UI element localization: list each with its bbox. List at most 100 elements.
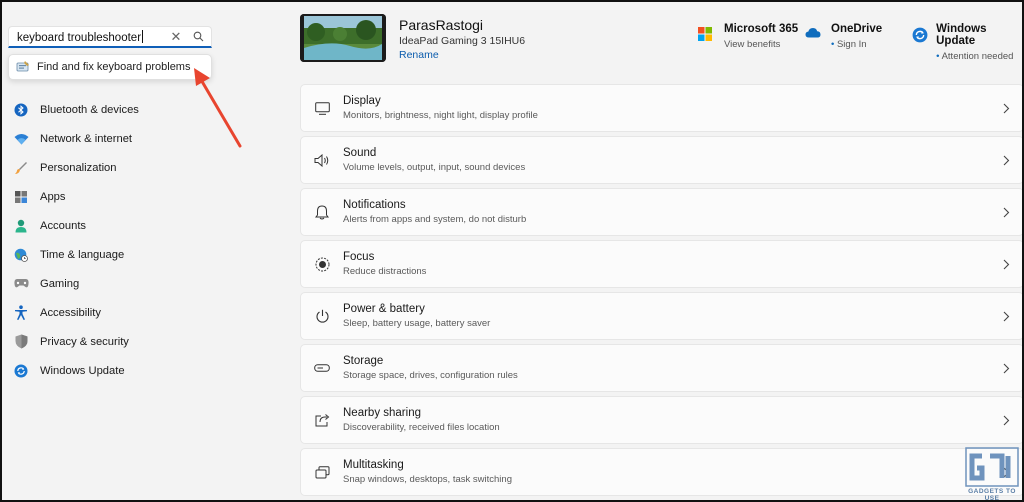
sidebar-item-privacy[interactable]: Privacy & security: [2, 327, 292, 356]
card-description: Snap windows, desktops, task switching: [343, 474, 512, 485]
watermark-text: GADGETS TO USE: [968, 488, 1016, 502]
card-multitasking[interactable]: Multitasking Snap windows, desktops, tas…: [300, 448, 1022, 496]
person-icon: [2, 219, 40, 233]
speaker-icon: [301, 153, 343, 167]
sidebar-item-accounts[interactable]: Accounts: [2, 211, 292, 240]
sidebar-item-personalization[interactable]: Personalization: [2, 153, 292, 182]
quick-link-title: Microsoft 365: [724, 23, 799, 35]
card-nearby-sharing[interactable]: Nearby sharing Discoverability, received…: [300, 396, 1022, 444]
sidebar-item-label: Gaming: [40, 277, 80, 290]
card-notifications[interactable]: Notifications Alerts from apps and syste…: [300, 188, 1022, 236]
card-title: Power & battery: [343, 303, 425, 315]
sidebar-item-apps[interactable]: Apps: [2, 182, 292, 211]
brush-icon: [2, 161, 40, 175]
card-focus[interactable]: Focus Reduce distractions: [300, 240, 1022, 288]
quick-link-windows-update[interactable]: Windows Update • Attention needed: [912, 23, 1022, 62]
globe-clock-icon: [2, 248, 40, 262]
quick-link-subtitle: • Sign In: [831, 39, 882, 50]
sidebar-item-label: Apps: [40, 190, 66, 203]
card-title: Sound: [343, 147, 377, 159]
status-dot-icon: •: [936, 51, 940, 62]
watermark-logo-icon: [965, 447, 1019, 487]
device-model: IdeaPad Gaming 3 15IHU6: [399, 35, 526, 47]
clear-search-icon[interactable]: ✕: [167, 29, 185, 45]
quick-link-microsoft-365[interactable]: Microsoft 365 View benefits: [698, 23, 798, 50]
sidebar-item-label: Network & internet: [40, 132, 133, 145]
sidebar-item-network[interactable]: Network & internet: [2, 124, 292, 153]
quick-link-subtitle: View benefits: [724, 39, 781, 50]
card-description: Reduce distractions: [343, 266, 427, 277]
status-dot-icon: •: [831, 39, 835, 50]
onedrive-icon: [805, 23, 831, 50]
search-value[interactable]: keyboard troubleshooter: [9, 29, 167, 44]
card-title: Storage: [343, 355, 384, 367]
quick-link-title: Windows Update: [936, 23, 987, 47]
card-description: Discoverability, received files location: [343, 422, 500, 433]
monitor-icon: [301, 101, 343, 115]
multitask-icon: [301, 465, 343, 479]
wifi-icon: [2, 133, 40, 145]
quick-link-subtitle-text: Attention needed: [941, 51, 1014, 62]
sidebar-item-label: Time & language: [40, 248, 125, 261]
card-storage[interactable]: Storage Storage space, drives, configura…: [300, 344, 1022, 392]
chevron-right-icon: [989, 155, 1022, 166]
card-title: Focus: [343, 251, 375, 263]
quick-link-onedrive[interactable]: OneDrive • Sign In: [805, 23, 882, 50]
focus-icon: [301, 257, 343, 272]
card-title: Notifications: [343, 199, 406, 211]
device-name: ParasRastogi: [399, 17, 484, 33]
share-icon: [301, 413, 343, 427]
card-display[interactable]: Display Monitors, brightness, night ligh…: [300, 84, 1022, 132]
gamepad-icon: [2, 278, 40, 289]
sidebar-item-bluetooth[interactable]: Bluetooth & devices: [2, 95, 292, 124]
accessibility-icon: [2, 305, 40, 320]
chevron-right-icon: [989, 259, 1022, 270]
storage-icon: [301, 364, 343, 372]
troubleshoot-icon: [9, 60, 37, 74]
card-title: Display: [343, 95, 381, 107]
settings-window: keyboard troubleshooter ✕ Find and fix k…: [0, 0, 1024, 502]
microsoft-365-icon: [698, 23, 724, 50]
sidebar-item-label: Windows Update: [40, 364, 125, 377]
quick-link-subtitle-text: Sign In: [836, 39, 867, 50]
sidebar-nav: Bluetooth & devices Network & internet P…: [2, 95, 292, 385]
gadgets-to-use-watermark: GADGETS TO USE: [962, 446, 1022, 500]
sidebar-item-gaming[interactable]: Gaming: [2, 269, 292, 298]
sidebar-item-windows-update[interactable]: Windows Update: [2, 356, 292, 385]
bluetooth-icon: [2, 103, 40, 117]
quick-link-subtitle: • Attention needed: [936, 51, 1022, 62]
chevron-right-icon: [989, 103, 1022, 114]
settings-cards: Display Monitors, brightness, night ligh…: [300, 84, 1022, 500]
sidebar-item-label: Accessibility: [40, 306, 101, 319]
card-description: Volume levels, output, input, sound devi…: [343, 162, 526, 173]
apps-icon: [2, 190, 40, 204]
search-input[interactable]: keyboard troubleshooter ✕: [8, 26, 212, 48]
chevron-right-icon: [989, 207, 1022, 218]
chevron-right-icon: [989, 415, 1022, 426]
search-icon[interactable]: [185, 31, 211, 42]
quick-link-title: OneDrive: [831, 23, 883, 35]
rename-link[interactable]: Rename: [399, 49, 439, 61]
card-title: Nearby sharing: [343, 407, 421, 419]
sidebar-item-accessibility[interactable]: Accessibility: [2, 298, 292, 327]
windows-update-icon: [912, 23, 936, 62]
chevron-right-icon: [989, 311, 1022, 322]
card-description: Sleep, battery usage, battery saver: [343, 318, 491, 329]
update-icon: [2, 364, 40, 378]
card-sound[interactable]: Sound Volume levels, output, input, soun…: [300, 136, 1022, 184]
card-description: Storage space, drives, configuration rul…: [343, 370, 518, 381]
card-description: Alerts from apps and system, do not dist…: [343, 214, 527, 225]
sidebar-item-label: Personalization: [40, 161, 117, 174]
sidebar-item-label: Privacy & security: [40, 335, 129, 348]
card-power-battery[interactable]: Power & battery Sleep, battery usage, ba…: [300, 292, 1022, 340]
chevron-right-icon: [989, 363, 1022, 374]
bell-icon: [301, 204, 343, 220]
sidebar-item-label: Accounts: [40, 219, 87, 232]
sidebar-item-time-language[interactable]: Time & language: [2, 240, 292, 269]
suggestion-label: Find and fix keyboard problems: [37, 61, 191, 73]
shield-icon: [2, 334, 40, 349]
power-icon: [301, 309, 343, 324]
card-description: Monitors, brightness, night light, displ…: [343, 110, 538, 121]
sidebar: keyboard troubleshooter ✕ Find and fix k…: [2, 2, 292, 500]
device-thumbnail: [300, 14, 386, 62]
